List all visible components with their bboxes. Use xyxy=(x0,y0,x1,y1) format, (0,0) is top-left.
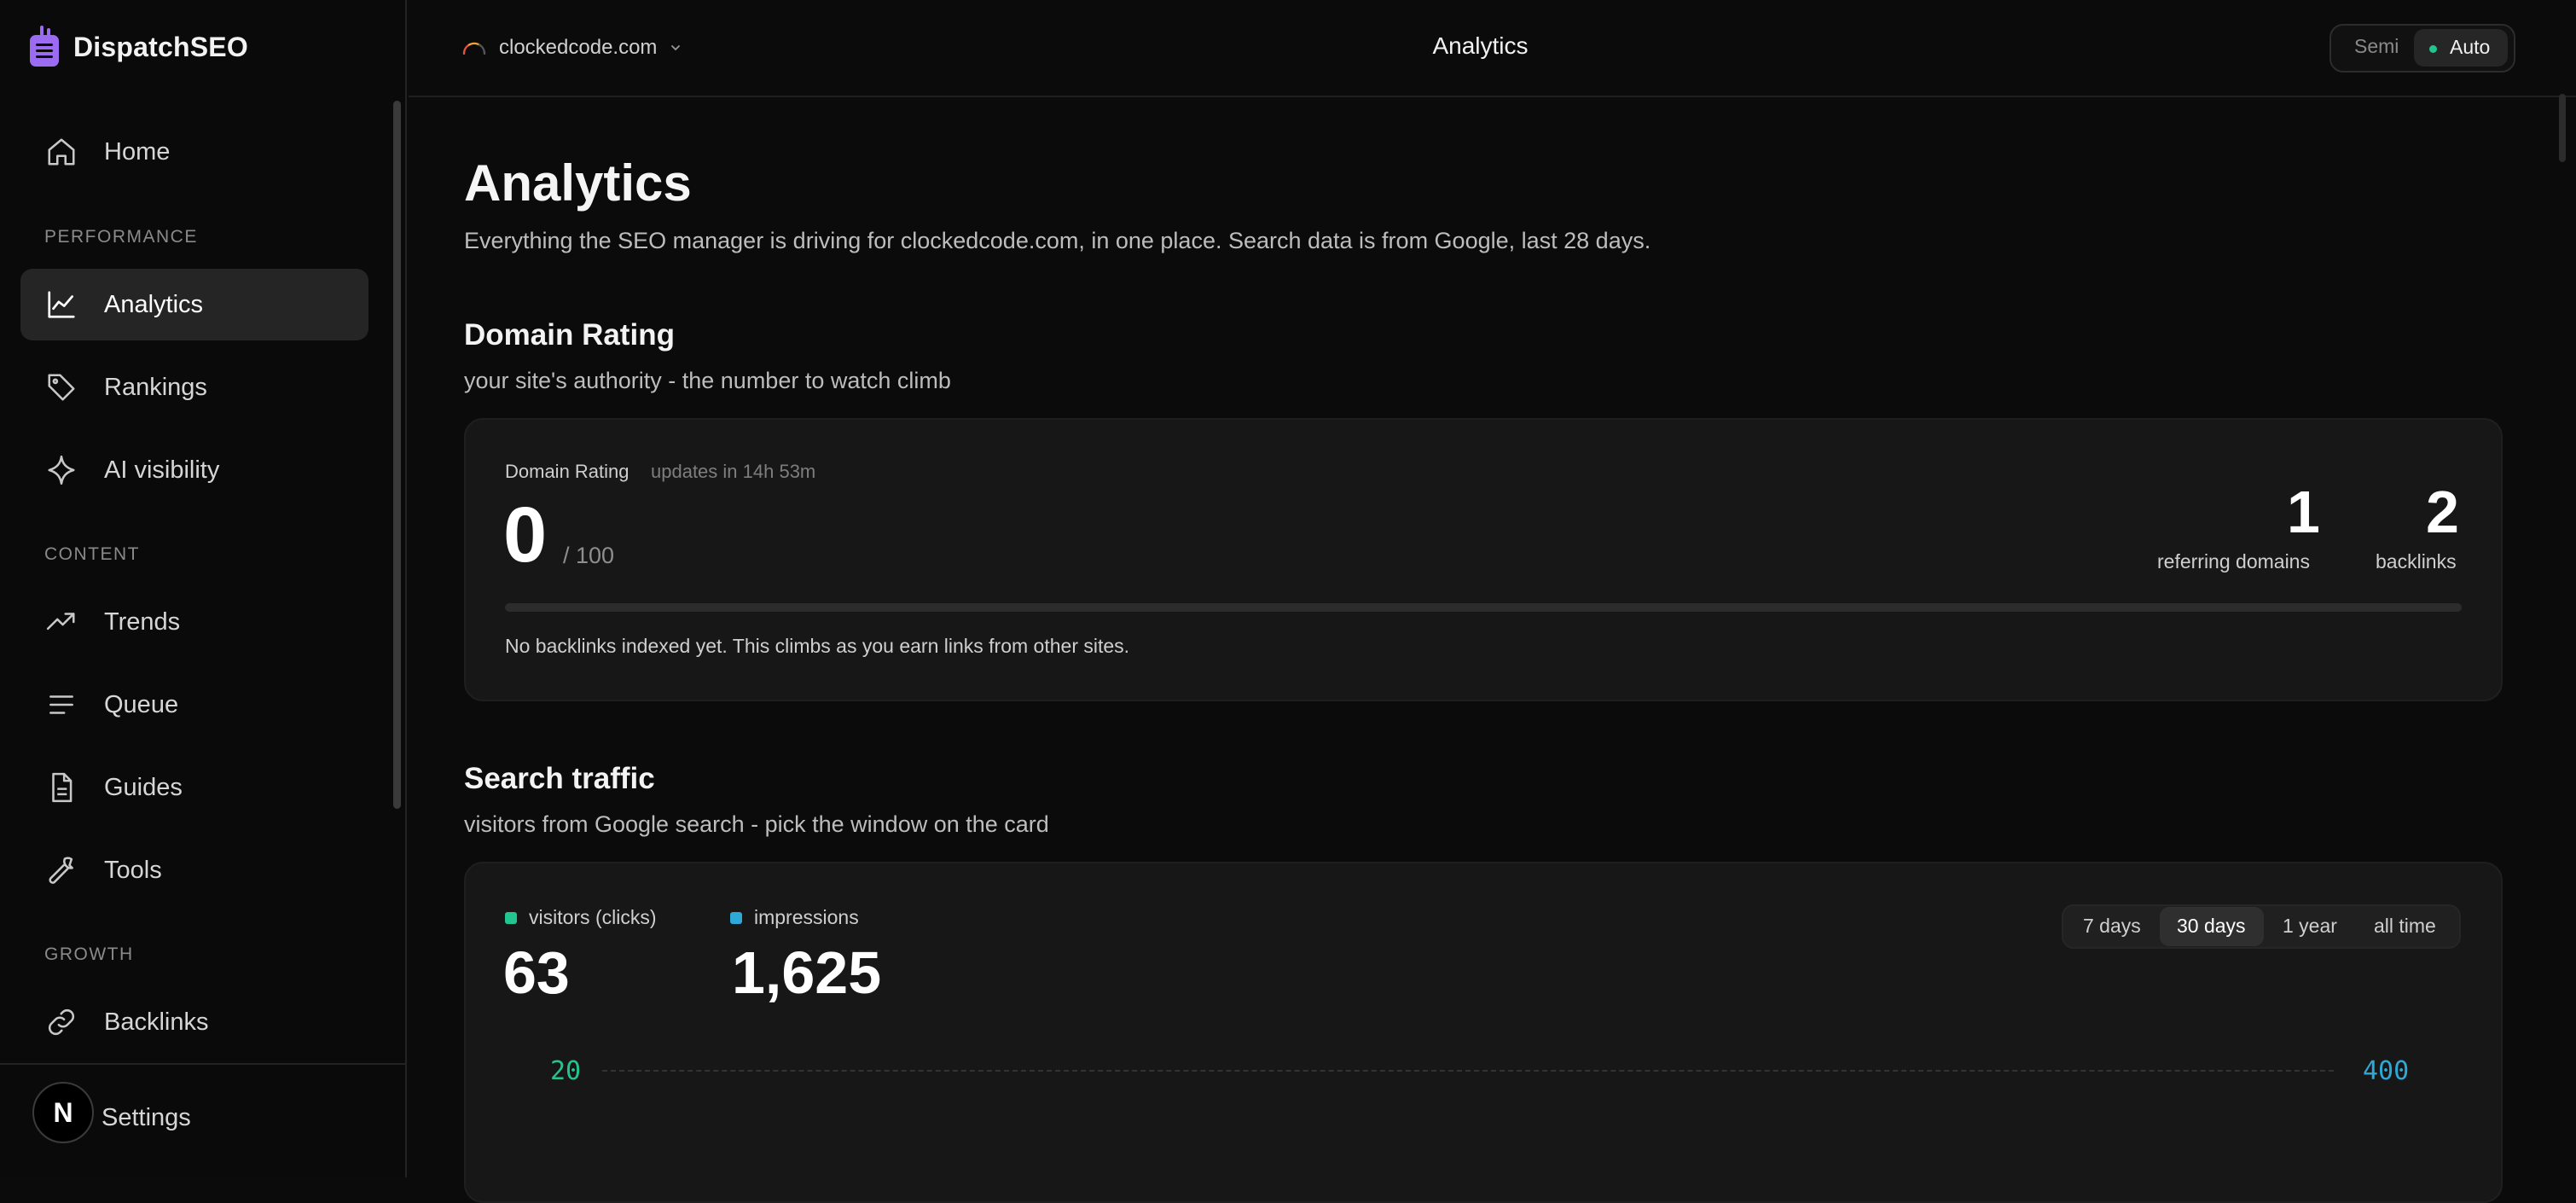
sidebar-item-analytics[interactable]: Analytics xyxy=(20,269,368,340)
clicks-value: 63 xyxy=(503,939,570,1006)
domain-rating-progress-bar xyxy=(505,603,2462,612)
mode-auto-option[interactable]: Auto xyxy=(2414,29,2508,67)
range-option-1-year[interactable]: 1 year xyxy=(2283,915,2337,938)
sidebar-item-settings[interactable]: Settings xyxy=(102,1104,191,1132)
line-chart-icon xyxy=(44,288,78,322)
domain-rating-heading: Domain Rating xyxy=(464,318,675,352)
domain-rating-value: 0 xyxy=(503,491,548,578)
sidebar-item-label: Home xyxy=(104,137,171,166)
range-option-all-time[interactable]: all time xyxy=(2374,915,2436,938)
main-scrollbar[interactable] xyxy=(2559,94,2566,162)
legend-clicks: visitors (clicks) xyxy=(505,906,657,929)
sidebar-item-guides[interactable]: Guides xyxy=(20,752,368,823)
sidebar-item-trends[interactable]: Trends xyxy=(20,586,368,658)
clicks-axis-tick: 20 xyxy=(550,1056,582,1086)
sidebar-item-queue[interactable]: Queue xyxy=(20,669,368,741)
search-traffic-heading: Search traffic xyxy=(464,762,655,795)
top-bar-title: Analytics xyxy=(1432,32,1529,59)
domain-rating-note: No backlinks indexed yet. This climbs as… xyxy=(505,635,1130,657)
impressions-axis-tick: 400 xyxy=(2363,1056,2410,1086)
sidebar: DispatchSEO Home PERFORMANCE Analytics R… xyxy=(0,0,407,1177)
brand-name: DispatchSEO xyxy=(73,31,248,62)
sidebar-item-rankings[interactable]: Rankings xyxy=(20,352,368,423)
section-label-performance: PERFORMANCE xyxy=(44,227,198,247)
domain-rating-max: / 100 xyxy=(563,543,615,568)
domain-rating-updates: updates in 14h 53m xyxy=(651,461,816,482)
sidebar-item-label: Analytics xyxy=(104,290,204,318)
legend-label-clicks: visitors (clicks) xyxy=(529,906,657,928)
brand[interactable]: DispatchSEO xyxy=(27,26,248,68)
home-icon xyxy=(44,135,78,169)
top-bar: clockedcode.com Analytics xyxy=(409,0,2576,97)
domain-rating-subheading: your site's authority - the number to wa… xyxy=(464,368,951,393)
impressions-value: 1,625 xyxy=(732,939,882,1006)
sidebar-item-label: Rankings xyxy=(104,373,207,401)
backlinks-value: 2 xyxy=(2426,479,2459,545)
link-icon xyxy=(44,1005,78,1039)
sidebar-item-label: Trends xyxy=(104,607,181,636)
chart-gridline xyxy=(602,1070,2334,1072)
sidebar-item-tools[interactable]: Tools xyxy=(20,834,368,906)
mode-auto-label: Auto xyxy=(2450,36,2491,58)
mode-semi-option[interactable]: Semi xyxy=(2354,35,2399,58)
sidebar-item-label: Tools xyxy=(104,856,162,884)
sidebar-item-home[interactable]: Home xyxy=(20,116,368,188)
tag-icon xyxy=(44,370,78,404)
trending-up-icon xyxy=(44,605,78,639)
sidebar-item-label: Backlinks xyxy=(104,1008,209,1036)
page-description: Everything the SEO manager is driving fo… xyxy=(464,228,1651,253)
avatar[interactable]: N xyxy=(32,1082,94,1143)
backlinks-label: backlinks xyxy=(2376,550,2457,572)
legend-impressions: impressions xyxy=(730,906,859,929)
legend-label-impressions: impressions xyxy=(754,906,859,928)
range-option-30-days[interactable]: 30 days xyxy=(2177,915,2246,938)
search-traffic-subheading: visitors from Google search - pick the w… xyxy=(464,811,1049,837)
referring-domains-value: 1 xyxy=(2287,479,2320,545)
sidebar-item-label: Guides xyxy=(104,773,183,801)
page-title: Analytics xyxy=(464,154,692,212)
sidebar-scrollbar[interactable] xyxy=(393,101,401,809)
list-icon xyxy=(44,688,78,722)
sidebar-item-ai-visibility[interactable]: AI visibility xyxy=(20,434,368,506)
dispatch-logo-icon xyxy=(27,26,61,68)
wrench-icon xyxy=(44,853,78,887)
status-dot xyxy=(2429,45,2437,53)
referring-domains-label: referring domains xyxy=(2157,550,2310,572)
sidebar-item-backlinks[interactable]: Backlinks xyxy=(20,986,368,1058)
sidebar-item-label: Queue xyxy=(104,690,179,718)
section-label-content: CONTENT xyxy=(44,544,140,564)
document-icon xyxy=(44,770,78,805)
range-option-7-days[interactable]: 7 days xyxy=(2083,915,2141,938)
domain-rating-label: Domain Rating xyxy=(505,461,629,482)
sidebar-item-label: AI visibility xyxy=(104,456,220,484)
section-label-growth: GROWTH xyxy=(44,944,134,964)
legend-swatch-clicks xyxy=(505,911,517,924)
sparkle-icon xyxy=(44,453,78,487)
legend-swatch-impressions xyxy=(730,911,742,924)
